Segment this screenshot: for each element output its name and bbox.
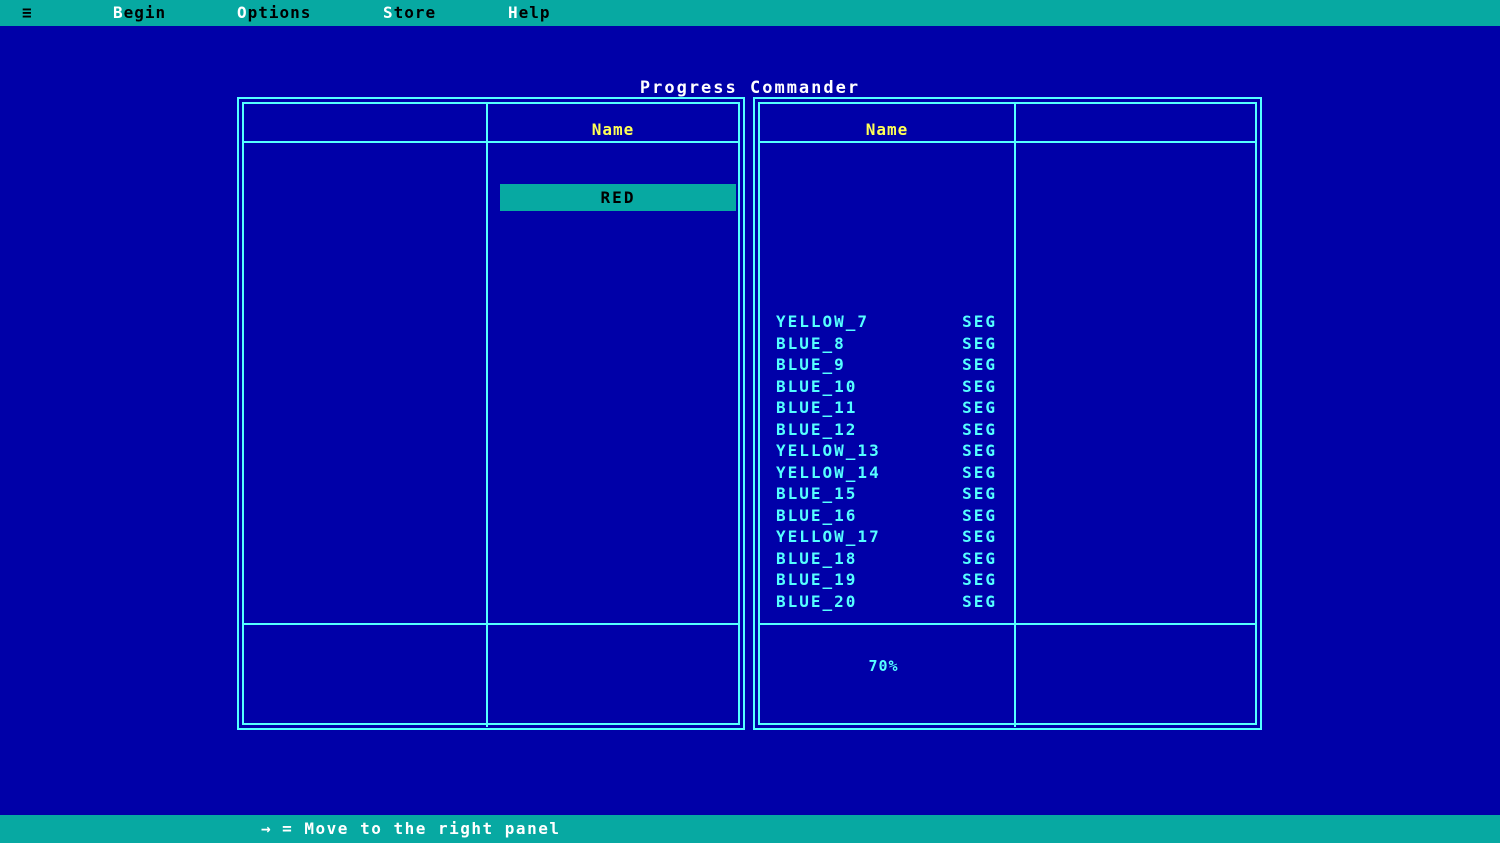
app-title: Progress Commander xyxy=(639,78,861,98)
left-panel-footer-divider xyxy=(244,623,738,625)
file-name: BLUE_12 xyxy=(776,419,858,439)
menu-hotkey: O xyxy=(237,3,248,22)
file-name: BLUE_8 xyxy=(776,333,846,353)
left-panel-header-divider xyxy=(244,141,738,143)
file-row[interactable]: BLUE_16 SEG xyxy=(760,505,1014,527)
menu-label-rest: tore xyxy=(393,3,437,22)
file-name: YELLOW_13 xyxy=(776,441,881,460)
menu-bar: ≡ Begin Options Store Help xyxy=(0,0,1500,26)
menu-hotkey: B xyxy=(113,3,124,22)
file-name: YELLOW_14 xyxy=(776,462,881,482)
file-ext: SEG xyxy=(962,419,997,439)
menu-hotkey: S xyxy=(383,3,394,22)
menu-label-rest: ptions xyxy=(247,3,312,22)
right-panel-footer-divider xyxy=(760,623,1255,625)
file-name: BLUE_15 xyxy=(776,484,858,503)
file-row[interactable]: BLUE_11 SEG xyxy=(760,397,1014,419)
menu-label-rest: elp xyxy=(518,3,551,22)
file-list: YELLOW_7 SEG BLUE_8 SEG BLUE_9 SEG BLUE_… xyxy=(760,311,1014,612)
status-bar: → = Move to the right panel xyxy=(0,815,1500,843)
file-name: BLUE_9 xyxy=(776,355,846,374)
right-arrow-icon: → xyxy=(261,819,273,838)
hamburger-menu-icon[interactable]: ≡ xyxy=(22,4,32,22)
file-row[interactable]: BLUE_19 SEG xyxy=(760,569,1014,591)
file-name: BLUE_11 xyxy=(776,398,858,417)
left-panel[interactable]: Name RED xyxy=(237,97,745,730)
file-row[interactable]: BLUE_12 SEG xyxy=(760,419,1014,441)
file-ext: SEG xyxy=(962,462,997,482)
file-row[interactable]: BLUE_10 SEG xyxy=(760,376,1014,398)
file-name: YELLOW_7 xyxy=(776,312,870,331)
menu-item-help[interactable]: Help xyxy=(508,3,551,22)
file-ext: SEG xyxy=(962,398,997,417)
left-panel-column-divider xyxy=(486,104,488,727)
menu-label-rest: egin xyxy=(123,3,167,22)
file-row[interactable]: BLUE_20 SEG xyxy=(760,591,1014,613)
file-name: BLUE_18 xyxy=(776,548,858,568)
file-ext: SEG xyxy=(962,527,997,546)
menu-item-store[interactable]: Store xyxy=(383,3,436,22)
selected-file-red[interactable]: RED xyxy=(500,184,736,211)
file-row[interactable]: BLUE_15 SEG xyxy=(760,483,1014,505)
right-panel-column-divider xyxy=(1014,104,1016,727)
right-panel-name-header: Name xyxy=(865,120,909,139)
file-row[interactable]: YELLOW_14 SEG xyxy=(760,462,1014,484)
file-ext: SEG xyxy=(962,355,997,374)
file-name: YELLOW_17 xyxy=(776,527,881,546)
status-hint-text: = Move to the right panel xyxy=(282,819,561,838)
file-row[interactable]: BLUE_9 SEG xyxy=(760,354,1014,376)
file-ext: SEG xyxy=(962,505,997,525)
file-ext: SEG xyxy=(962,376,997,396)
file-name: BLUE_20 xyxy=(776,591,858,611)
menu-hotkey: H xyxy=(508,3,519,22)
right-panel[interactable]: Name YELLOW_7 SEG BLUE_8 SEG BLUE_9 SEG … xyxy=(753,97,1262,730)
status-hint: → = Move to the right panel xyxy=(261,819,560,838)
file-name: BLUE_10 xyxy=(776,376,858,396)
file-row[interactable]: YELLOW_7 SEG xyxy=(760,311,1014,333)
progress-percent: 70% xyxy=(868,657,899,675)
file-ext: SEG xyxy=(962,333,997,353)
file-ext: SEG xyxy=(962,548,997,568)
menu-item-options[interactable]: Options xyxy=(237,3,311,22)
file-ext: SEG xyxy=(962,570,997,589)
file-row[interactable]: BLUE_8 SEG xyxy=(760,333,1014,355)
file-ext: SEG xyxy=(962,312,997,331)
left-panel-name-header: Name xyxy=(591,120,635,139)
file-row[interactable]: YELLOW_13 SEG xyxy=(760,440,1014,462)
right-panel-header-divider xyxy=(760,141,1255,143)
menu-item-begin[interactable]: Begin xyxy=(113,3,166,22)
file-ext: SEG xyxy=(962,484,997,503)
file-ext: SEG xyxy=(962,441,997,460)
file-row[interactable]: YELLOW_17 SEG xyxy=(760,526,1014,548)
file-name: BLUE_16 xyxy=(776,505,858,525)
file-ext: SEG xyxy=(962,591,997,611)
file-row[interactable]: BLUE_18 SEG xyxy=(760,548,1014,570)
file-name: BLUE_19 xyxy=(776,570,858,589)
